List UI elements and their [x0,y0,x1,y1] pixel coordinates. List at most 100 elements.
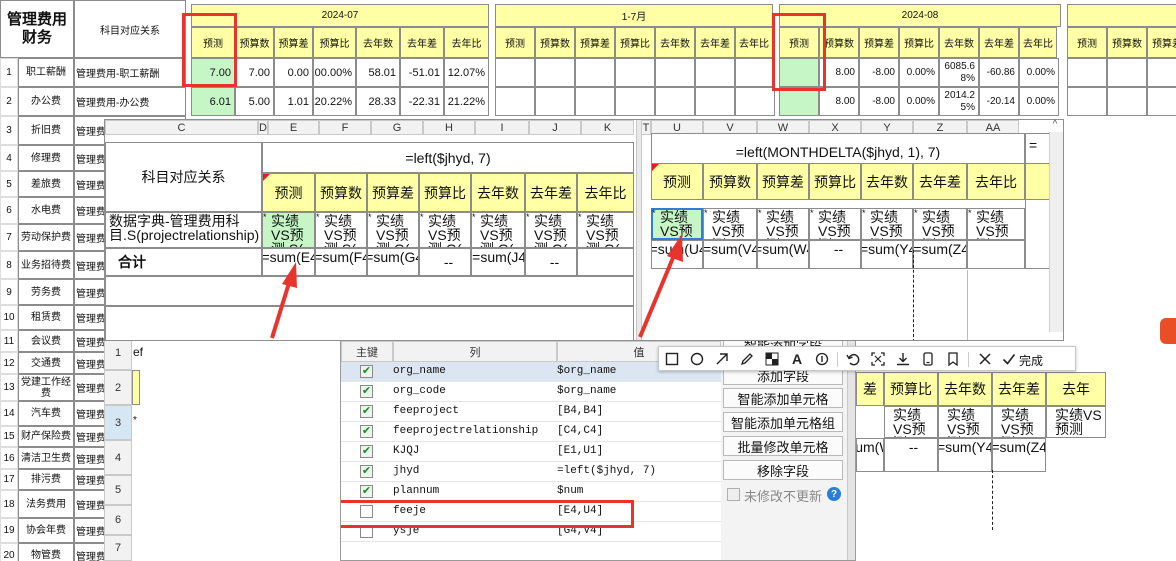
field-value[interactable]: [E4,U4] [557,505,721,517]
window-control[interactable]: ^ [1048,119,1062,131]
col-header-1-6: 去年比 [735,27,773,58]
field-row[interactable]: ✔ plannum $num [341,482,721,502]
partial-total: -- [884,438,938,472]
col-header-3-0: 预测 [1067,27,1107,58]
no-update-checkbox[interactable] [727,488,740,501]
field-column-name[interactable]: plannum [393,485,557,497]
primary-key-checkbox[interactable]: ✔ [360,405,373,418]
col-header-1-3: 预算比 [615,27,655,58]
ellipse-tool-icon[interactable] [687,349,707,369]
field-row[interactable]: ✔ feeprojectrelationship [C4,C4] [341,422,721,442]
period-1-7: 1-7月 [495,4,773,27]
primary-key-checkbox[interactable]: ✔ [360,425,373,438]
field-column-name[interactable]: jhyd [393,465,557,477]
field-column-name[interactable]: org_name [393,365,557,377]
toolbar-divider-2 [968,352,969,367]
field-row[interactable]: ✔ org_code $org_name [341,382,721,402]
pen-tool-icon[interactable] [737,349,757,369]
button-panel: 智能添加字段 添加字段 智能添加单元格 智能添加单元格组 批量修改单元格 移除字… [721,341,855,560]
designer-detail-cell: 实绩VS预测 S( [262,212,315,248]
primary-key-checkbox[interactable] [360,525,373,538]
row-value-aug: 0.00% [1019,58,1059,87]
field-value[interactable]: [B4,B4] [557,405,721,417]
row-index: 10 [0,305,18,330]
designer-total-cell-right: =sum(W4) [757,240,809,269]
field-column-name[interactable]: feeproject [393,405,557,417]
field-value[interactable]: [E1,U1] [557,445,721,457]
field-column-name[interactable]: ysje [393,525,557,537]
designer-detail-cell: 实绩VS预测 S( [315,212,367,248]
row-index: 1 [0,58,18,87]
designer-total-cell-right: =sum(Z4) [913,240,967,269]
designer-col-header: 去年差 [525,173,577,212]
primary-key-checkbox[interactable]: ✔ [360,465,373,478]
selected-cell-u[interactable]: 实绩VS预测 S( [651,208,703,240]
designer-col-header-right: 预算数 [703,163,757,200]
field-column-name[interactable]: feeprojectrelationship [393,425,557,437]
mosaic-tool-icon[interactable] [762,349,782,369]
smart-add-cell-button[interactable]: 智能添加单元格 [723,388,843,408]
remove-field-button[interactable]: 移除字段 [723,460,843,480]
col-header-3-2: 预算差 [1147,27,1176,58]
row-value-aug [779,58,819,87]
primary-key-checkbox[interactable]: ✔ [360,445,373,458]
field-column-name[interactable]: org_code [393,385,557,397]
field-column-name[interactable]: feeje [393,505,557,517]
col-header-2-0: 预测 [779,27,819,58]
designer-col-header-right: 去年数 [861,163,913,200]
done-label[interactable]: 完成 [1019,352,1043,369]
pin-icon[interactable] [918,349,938,369]
cell-star: * [862,208,866,218]
primary-key-checkbox[interactable]: ✔ [360,365,373,378]
field-row[interactable]: feeje [E4,U4] [341,502,721,522]
smart-add-cell-group-button[interactable]: 智能添加单元格组 [723,412,843,432]
designer-total-cell-right: =sum(V4) [703,240,757,269]
empty-cell [1067,58,1107,87]
designer-scrollbar[interactable] [1049,132,1063,332]
row-index: 12 [0,352,18,374]
field-value[interactable]: [G4,V4] [557,525,721,537]
row-value-aug: 2014.2 5% [939,87,979,116]
back-row-number: 6 [104,505,132,535]
rectangle-tool-icon[interactable] [662,349,682,369]
field-value[interactable]: $org_name [557,385,721,397]
done-check-icon[interactable] [999,349,1019,369]
empty-cell [535,87,575,116]
page-break-line [913,250,914,340]
batch-edit-cells-button[interactable]: 批量修改单元格 [723,436,843,456]
period-2024-07: 2024-07 [191,4,489,27]
primary-key-checkbox[interactable] [360,505,373,518]
dialog-scrollbar[interactable] [847,341,855,560]
field-row[interactable]: ysje [G4,V4] [341,522,721,542]
field-row[interactable]: ✔ feeproject [B4,B4] [341,402,721,422]
field-column-name[interactable]: KJQJ [393,445,557,457]
empty-cell [495,58,535,87]
field-value[interactable]: $num [557,485,721,497]
row-name: 劳动保护费 [18,224,74,251]
help-icon[interactable]: ? [827,487,841,501]
row-name: 协会年费 [18,518,74,543]
text-tool-icon[interactable]: A [787,349,807,369]
primary-key-checkbox[interactable]: ✔ [360,485,373,498]
arrow-tool-icon[interactable] [712,349,732,369]
field-row[interactable]: ✔ KJQJ [E1,U1] [341,442,721,462]
fullscreen-icon[interactable] [868,349,888,369]
side-logo-fragment [1160,318,1176,344]
cell-star: * [578,212,582,222]
numbering-tool-icon[interactable] [812,349,832,369]
field-row[interactable]: ✔ jhyd =left($jhyd, 7) [341,462,721,482]
empty-cell [535,58,575,87]
split-bar[interactable] [636,120,642,340]
primary-key-checkbox[interactable]: ✔ [360,385,373,398]
empty-cell [615,87,655,116]
undo-icon[interactable] [843,349,863,369]
header-col: 列 [393,341,557,362]
download-icon[interactable] [893,349,913,369]
bookmark-icon[interactable] [943,349,963,369]
field-value[interactable]: [C4,C4] [557,425,721,437]
row-value: 120.22% [313,87,356,116]
empty-cell [735,58,775,87]
close-icon[interactable] [975,349,995,369]
field-value[interactable]: =left($jhyd, 7) [557,465,721,477]
designer-col-header: 去年比 [577,173,634,212]
